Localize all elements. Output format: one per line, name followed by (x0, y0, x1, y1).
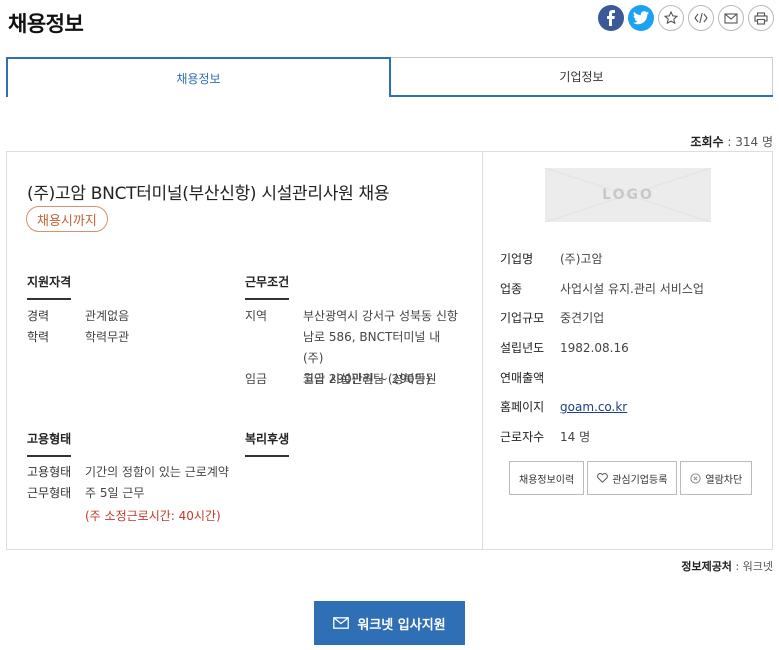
company-action-buttons: 채용정보이력 관심기업등록 열람차단 (509, 461, 753, 495)
favorite-company-label: 관심기업등록 (612, 474, 668, 486)
founded-value: 1982.08.16 (560, 341, 629, 355)
wage-label: 임금 (245, 369, 267, 390)
employees-row: 근로자수 14 명 (500, 428, 590, 445)
industry-value: 사업시설 유지.관리 서비스업 (560, 282, 704, 296)
qualification-heading: 지원자격 (27, 273, 72, 300)
job-card: (주)고암 BNCT터미널(부산신항) 시설관리사원 채용 채용시까지 지원자격… (6, 151, 773, 550)
block-icon (690, 472, 702, 484)
working-hours-note: (주 소정근로시간: 40시간) (85, 509, 221, 523)
career-label: 경력 (27, 309, 50, 323)
employment-heading: 고용형태 (27, 430, 72, 457)
mail-icon[interactable] (718, 5, 744, 31)
company-name-label: 기업명 (500, 252, 534, 266)
block-view-label: 열람차단 (705, 474, 743, 486)
employees-label: 근로자수 (500, 430, 545, 444)
career-value: 관계없음 (85, 309, 130, 323)
view-count-value: : 314 명 (727, 135, 773, 149)
facebook-icon[interactable] (598, 5, 624, 31)
page-title: 채용정보 (8, 12, 84, 36)
homepage-row: 홈페이지 goam.co.kr (500, 398, 627, 415)
job-details-panel: (주)고암 BNCT터미널(부산신항) 시설관리사원 채용 채용시까지 지원자격… (7, 152, 483, 549)
work-type: 근무형태 주 5일 근무 (27, 483, 144, 504)
qualification-career: 경력 관계없음 (27, 306, 129, 327)
logo-text: LOGO (602, 187, 654, 203)
location-label: 지역 (245, 306, 267, 327)
company-logo: LOGO (545, 168, 711, 222)
employment-type-label: 고용형태 (27, 465, 72, 479)
company-size-row: 기업규모 중견기업 (500, 309, 604, 326)
block-view-button[interactable]: 열람차단 (680, 461, 753, 495)
info-provider-label: 정보제공처 (681, 560, 732, 573)
employment-type-value: 기간의 정함이 있는 근로계약 (85, 465, 229, 479)
tab-company-info[interactable]: 기업정보 (391, 57, 773, 95)
industry-row: 업종 사업시설 유지.관리 서비스업 (500, 280, 704, 297)
company-size-label: 기업규모 (500, 311, 545, 325)
apply-button[interactable]: 워크넷 입사지원 (314, 601, 465, 645)
deadline-badge: 채용시까지 (26, 206, 108, 232)
homepage-label: 홈페이지 (500, 400, 545, 414)
company-panel: LOGO 기업명 (주)고암 업종 사업시설 유지.관리 서비스업 기업규모 중견기업… (484, 152, 772, 549)
view-count: 조회수 : 314 명 (690, 133, 773, 150)
wage-value: 월급 290만원 ~ 290만원 (303, 372, 437, 386)
homepage-link[interactable]: goam.co.kr (560, 400, 627, 414)
job-title: (주)고암 BNCT터미널(부산신항) 시설관리사원 채용 (27, 184, 390, 204)
welfare-heading: 복리후생 (245, 430, 290, 457)
location-line: 남로 586, BNCT터미널 내 (주) (303, 330, 441, 365)
location-line: 부산광역시 강서구 성북동 신항 (303, 309, 458, 323)
info-provider: 정보제공처 : 워크넷 (681, 558, 773, 574)
education-label: 학력 (27, 330, 50, 344)
print-icon[interactable] (748, 5, 774, 31)
qualification-education: 학력 학력무관 (27, 327, 129, 348)
founded-label: 설립년도 (500, 341, 545, 355)
code-icon[interactable] (688, 5, 714, 31)
company-name-value: (주)고암 (560, 252, 603, 266)
company-name-row: 기업명 (주)고암 (500, 250, 602, 267)
education-value: 학력무관 (85, 330, 130, 344)
info-provider-value: : 워크넷 (735, 560, 773, 573)
wage-label-text: 임금 (245, 372, 268, 386)
founded-row: 설립년도 1982.08.16 (500, 339, 629, 356)
tab-job-info[interactable]: 채용정보 (6, 57, 391, 97)
twitter-icon[interactable] (628, 5, 654, 31)
employees-value: 14 명 (560, 430, 591, 444)
conditions-heading: 근무조건 (245, 273, 290, 300)
tab-bar: 채용정보 기업정보 (6, 57, 773, 97)
share-bar (598, 5, 774, 31)
work-type-value: 주 5일 근무 (85, 486, 145, 500)
mail-icon (333, 617, 350, 629)
employment-type: 고용형태 기간의 정함이 있는 근로계약 (27, 462, 229, 483)
revenue-label: 연매출액 (500, 371, 545, 385)
job-history-button[interactable]: 채용정보이력 (509, 461, 585, 495)
company-size-value: 중견기업 (560, 311, 605, 325)
revenue-row: 연매출액 (500, 369, 560, 386)
favorite-company-button[interactable]: 관심기업등록 (587, 461, 678, 495)
view-count-label: 조회수 (690, 135, 724, 149)
work-type-label: 근무형태 (27, 486, 72, 500)
job-history-label: 채용정보이력 (519, 474, 575, 486)
location-label-text: 지역 (245, 309, 268, 323)
apply-button-label: 워크넷 입사지원 (357, 617, 446, 633)
star-icon[interactable] (658, 5, 684, 31)
industry-label: 업종 (500, 282, 523, 296)
heart-icon (597, 473, 609, 483)
